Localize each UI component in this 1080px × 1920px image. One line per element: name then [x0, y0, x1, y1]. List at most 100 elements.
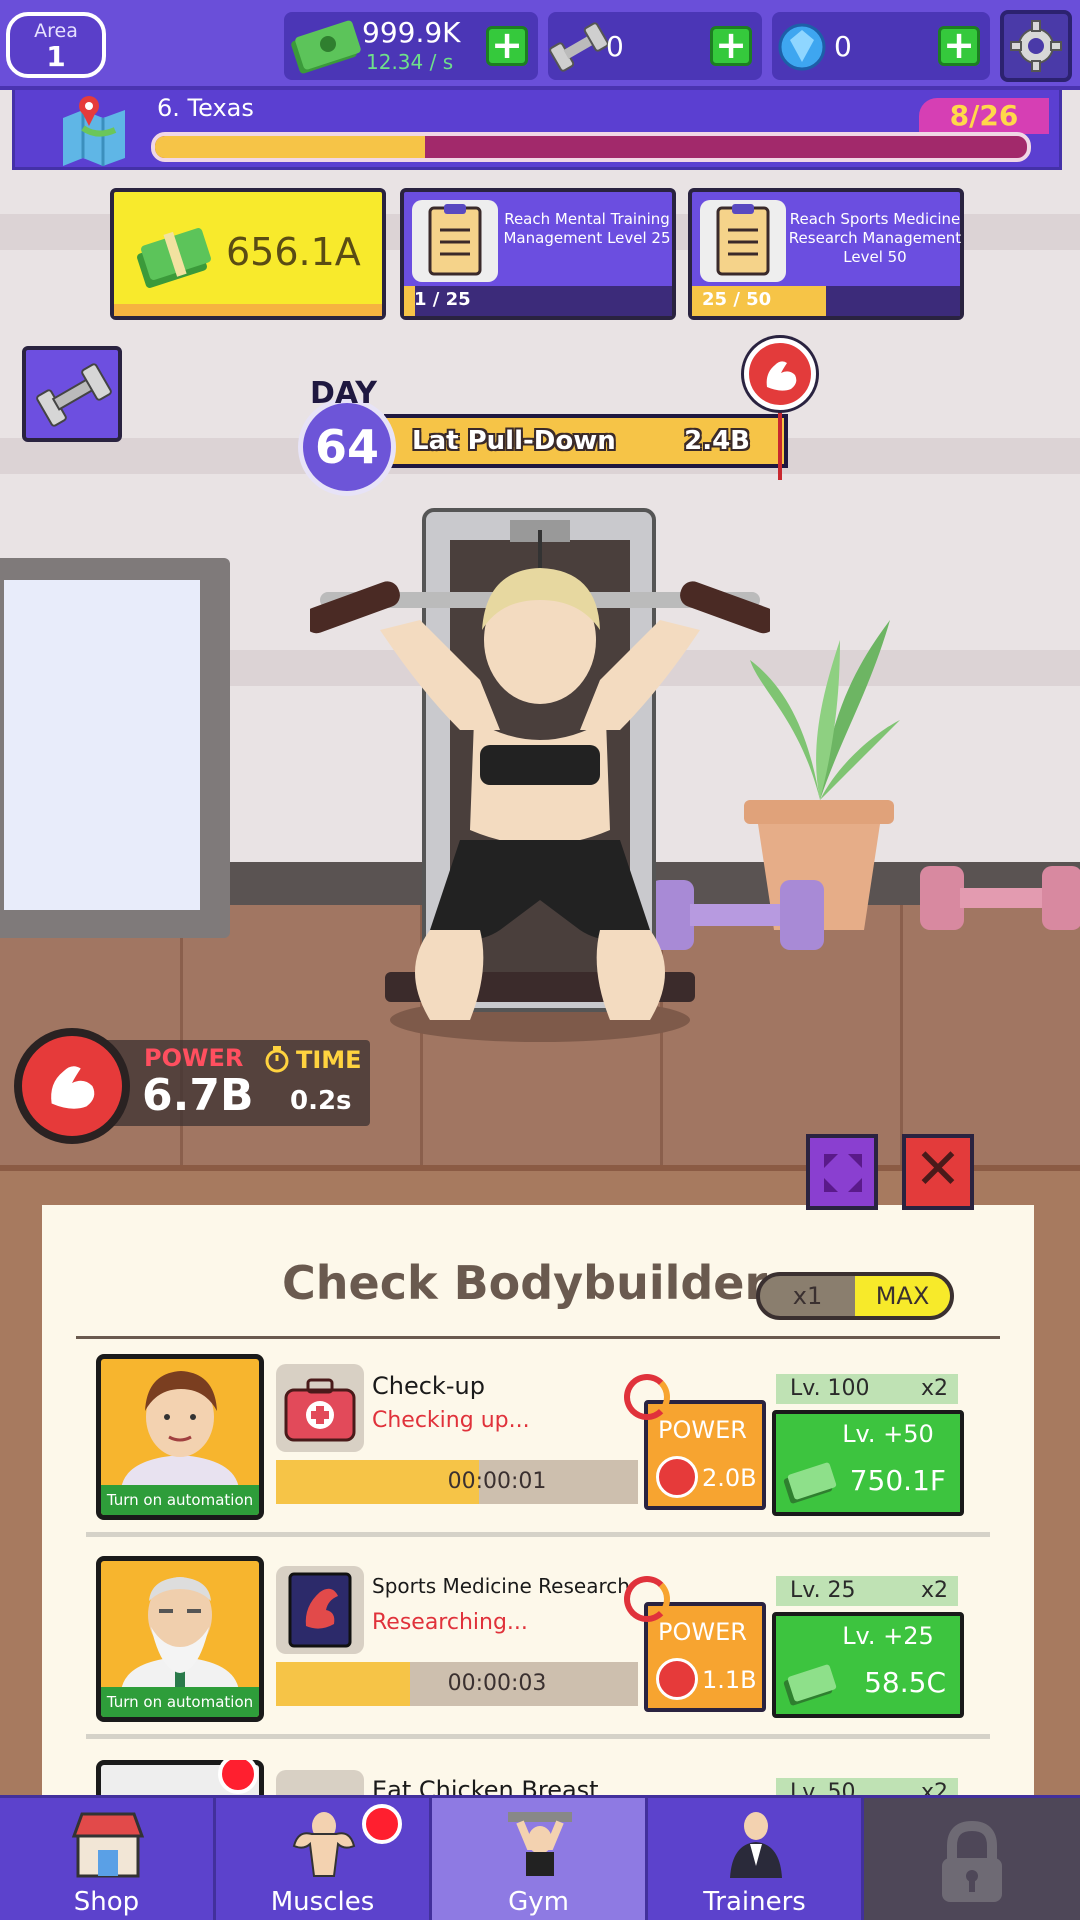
power-label: POWER: [144, 1044, 244, 1072]
professor-portrait: [121, 1577, 239, 1691]
dumbbell-amount: 0: [606, 30, 624, 63]
stopwatch-icon: [265, 1046, 289, 1073]
area-progress-fill: [155, 136, 426, 158]
top-bar: Area 1 999.9K 12.34 / s + 0 + 0 +: [0, 0, 1080, 90]
floor-dumbbell-pink: [920, 866, 1080, 930]
area-selector-button[interactable]: Area 1: [6, 12, 106, 78]
multiplier-x1-option[interactable]: x1: [760, 1276, 855, 1316]
level-value: Lv. 25: [790, 1578, 856, 1603]
row-divider: [86, 1532, 990, 1537]
equipment-button[interactable]: [22, 346, 122, 442]
tab-label: Muscles: [270, 1887, 375, 1917]
clipboard-icon: [412, 200, 498, 282]
goal-muscle-marker: [744, 338, 816, 410]
refresh-icon[interactable]: [624, 1374, 670, 1420]
add-dumbbell-button[interactable]: +: [710, 26, 752, 66]
area-progress-count: 8/26: [919, 98, 1049, 134]
level-up-cost: 750.1F: [849, 1464, 946, 1497]
quest-card-mental-training[interactable]: Reach Mental Training Management Level 2…: [400, 188, 676, 320]
dumbbell-icon: [549, 22, 609, 72]
refresh-icon[interactable]: [624, 1576, 670, 1622]
power-tap-button[interactable]: [14, 1028, 130, 1144]
flexed-arm-icon: [656, 1456, 698, 1498]
gym-icon: [508, 1812, 572, 1876]
bodybuilder-avatar[interactable]: Turn on automation: [96, 1354, 264, 1520]
day-number: 64: [314, 420, 379, 474]
add-cash-button[interactable]: +: [486, 26, 528, 66]
expand-arrows-icon: [824, 1154, 862, 1192]
flexed-arm-icon: [766, 361, 797, 391]
tab-trainers[interactable]: Trainers: [648, 1798, 864, 1920]
level-up-button[interactable]: Lv. +25 58.5C: [772, 1612, 964, 1718]
time-label: TIME: [296, 1046, 362, 1074]
doctor-portrait: [121, 1371, 239, 1489]
power-reward-button[interactable]: POWER 1.1B: [644, 1602, 766, 1712]
bottom-nav: Shop Muscles Gym Trainers: [0, 1795, 1080, 1920]
power-reward-label: POWER: [658, 1416, 747, 1444]
automation-button[interactable]: Turn on automation: [101, 1485, 259, 1515]
multiplier-toggle[interactable]: x1 MAX: [756, 1272, 954, 1320]
power-reward-value: 2.0B: [702, 1464, 757, 1492]
gem-resource: 0 +: [772, 12, 990, 80]
exercise-name: Lat Pull-Down: [412, 426, 616, 456]
floor-line: [900, 905, 903, 1165]
day-badge: 64: [298, 398, 396, 496]
tab-gym[interactable]: Gym: [432, 1798, 648, 1920]
list-item: Eat Chicken Breast Lv. 50 x2: [96, 1760, 992, 1800]
close-panel-button[interactable]: ✕: [902, 1134, 974, 1210]
cash-icon: [783, 1664, 837, 1706]
task-status: Checking up...: [372, 1408, 530, 1433]
level-value: Lv. 100: [790, 1376, 870, 1401]
exercise-progress-bar: Lat Pull-Down 2.4B: [384, 414, 788, 468]
gem-icon: [778, 23, 826, 71]
task-name: Check-up: [372, 1372, 485, 1400]
map-pin-icon[interactable]: [57, 94, 131, 166]
flexed-arm-icon: [51, 1066, 95, 1109]
level-up-amount: Lv. +25: [842, 1622, 934, 1650]
gem-amount: 0: [834, 30, 852, 63]
floor-line: [180, 905, 183, 1165]
exercise-value: 2.4B: [684, 426, 750, 456]
day-label: DAY: [310, 376, 377, 411]
money-reward-card[interactable]: 656.1A: [110, 188, 386, 320]
power-value: 6.7B: [142, 1070, 254, 1121]
task-progress-bar: 00:00:03: [276, 1662, 638, 1706]
tab-muscles[interactable]: Muscles: [216, 1798, 432, 1920]
tab-locked[interactable]: [864, 1798, 1080, 1920]
multiplier-max-option[interactable]: MAX: [855, 1276, 950, 1316]
notification-dot: [362, 1804, 402, 1844]
tab-shop[interactable]: Shop: [0, 1798, 216, 1920]
task-timer: 00:00:03: [447, 1671, 547, 1696]
flexed-arm-icon: [656, 1658, 698, 1700]
task-progress-bar: 00:00:01: [276, 1460, 638, 1504]
task-timer: 00:00:01: [447, 1469, 547, 1494]
anatomy-book-icon: [276, 1566, 364, 1654]
cash-stack-icon: [137, 228, 211, 288]
level-up-amount: Lv. +50: [842, 1420, 934, 1448]
level-up-button[interactable]: Lv. +50 750.1F: [772, 1410, 964, 1516]
quest-progress-bar: 1 / 25: [404, 286, 672, 316]
power-reward-value: 1.1B: [702, 1666, 757, 1694]
level-tag: Lv. 100 x2: [776, 1374, 958, 1404]
quest-card-sports-medicine[interactable]: Reach Sports Medicine Research Managemen…: [688, 188, 964, 320]
level-multiplier: x2: [920, 1376, 948, 1401]
add-gem-button[interactable]: +: [938, 26, 980, 66]
money-reward-strip: [114, 304, 382, 316]
automation-button[interactable]: Turn on automation: [101, 1687, 259, 1717]
level-tag: Lv. 25 x2: [776, 1576, 958, 1606]
bodybuilder-avatar[interactable]: Turn on automation: [96, 1556, 264, 1722]
quest-description: Reach Sports Medicine Research Managemen…: [788, 210, 962, 266]
close-icon: ✕: [914, 1137, 962, 1202]
quest-progress-bar: 25 / 50: [692, 286, 960, 316]
cash-icon: [291, 20, 361, 74]
expand-panel-button[interactable]: [806, 1134, 878, 1210]
dumbbell-resource: 0 +: [548, 12, 762, 80]
cash-rate: 12.34 / s: [366, 50, 454, 74]
level-multiplier: x2: [920, 1578, 948, 1603]
area-name: 6. Texas: [157, 94, 254, 122]
settings-button[interactable]: [1000, 10, 1072, 82]
quest-description: Reach Mental Training Management Level 2…: [503, 210, 671, 247]
power-reward-button[interactable]: POWER 2.0B: [644, 1400, 766, 1510]
area-progress-strip: 6. Texas 8/26: [12, 90, 1062, 170]
lat-pulldown-machine-bodybuilder: [310, 508, 770, 1042]
